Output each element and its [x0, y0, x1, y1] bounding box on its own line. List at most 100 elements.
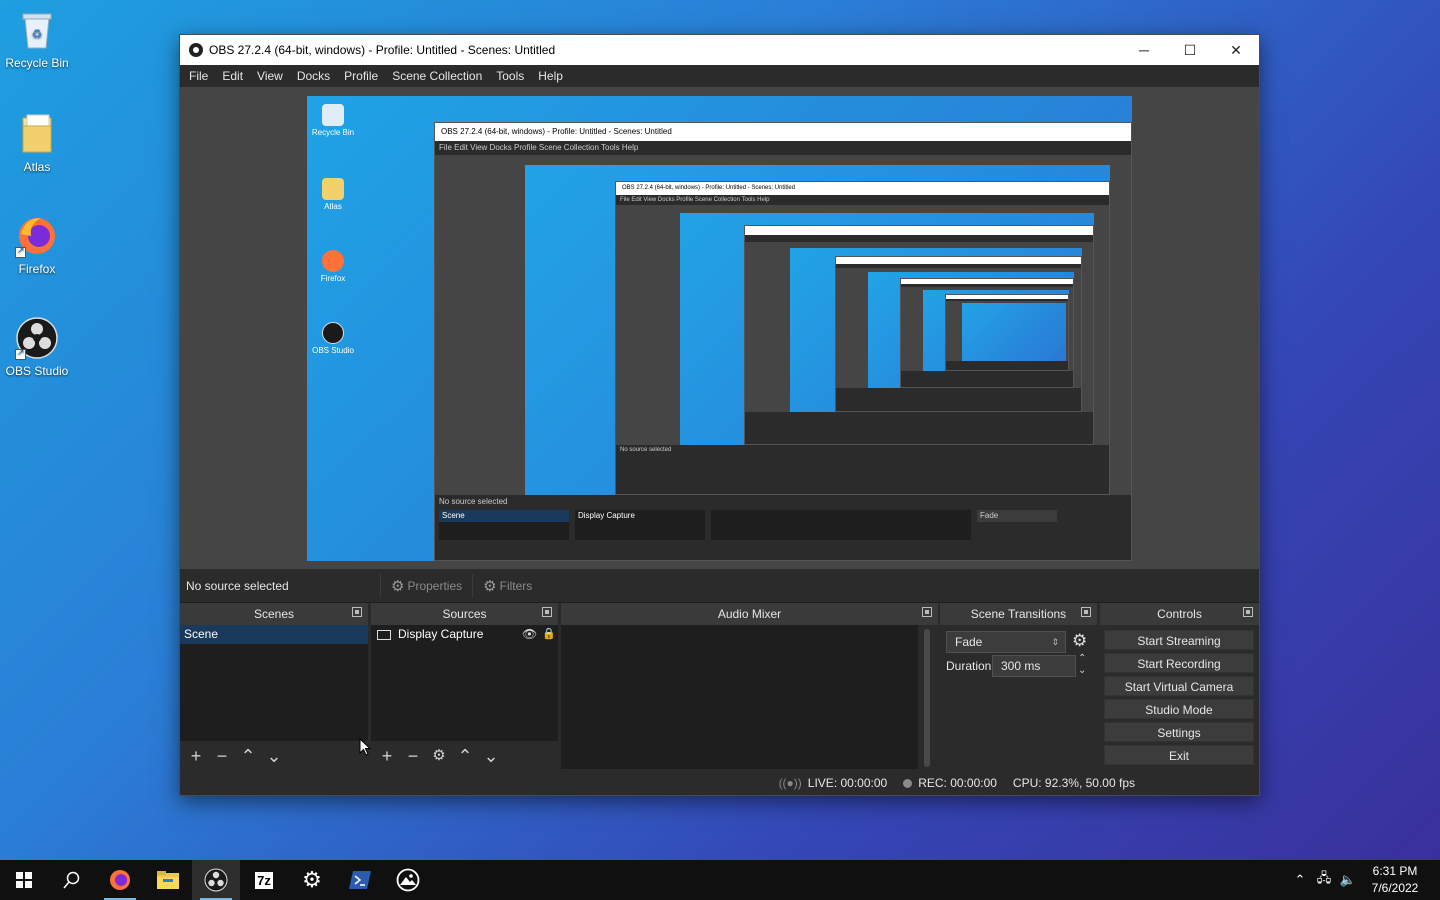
obs-window: OBS 27.2.4 (64-bit, windows) - Profile: … [179, 34, 1260, 796]
filter-icon: ⚙ [483, 577, 497, 595]
close-button[interactable]: ✕ [1213, 35, 1259, 65]
studio-mode-button[interactable]: Studio Mode [1104, 699, 1254, 719]
source-properties-gear-icon[interactable]: ⚙ [429, 746, 449, 766]
nested-fade: Fade [977, 510, 1057, 522]
move-down-icon[interactable]: ⌄ [264, 746, 284, 766]
nested-menu: File Edit View Docks Profile Scene Colle… [435, 141, 1131, 155]
maximize-button[interactable]: ☐ [1167, 35, 1213, 65]
cpu-status: CPU: 92.3%, 50.00 fps [1012, 776, 1135, 790]
desktop-icon-firefox[interactable]: Firefox [4, 214, 70, 276]
obs-app-icon [189, 43, 203, 57]
desktop-icon-label: Recycle Bin [5, 56, 69, 70]
transition-settings-gear-icon[interactable]: ⚙ [1072, 631, 1087, 651]
move-down-icon[interactable]: ⌄ [481, 746, 501, 766]
start-button[interactable] [0, 860, 48, 900]
taskbar-powershell[interactable] [336, 860, 384, 900]
source-item[interactable]: Display Capture 👁 🔒 [371, 625, 558, 644]
scene-item[interactable]: Scene [180, 625, 368, 644]
menu-view[interactable]: View [250, 69, 290, 83]
menu-edit[interactable]: Edit [215, 69, 250, 83]
transitions-dock-header[interactable]: Scene Transitions [940, 603, 1097, 625]
audio-mixer-dock-header[interactable]: Audio Mixer [561, 603, 938, 625]
taskbar-7zip[interactable]: 7z [240, 860, 288, 900]
mouse-cursor-icon [359, 738, 371, 756]
visibility-eye-icon[interactable]: 👁 [522, 625, 542, 644]
move-up-icon[interactable]: ⌃ [238, 746, 258, 766]
scenes-dock-header[interactable]: Scenes [180, 603, 368, 625]
properties-label: Properties [407, 578, 463, 593]
scenes-dock: Scenes Scene + − ⌃ ⌄ [180, 603, 368, 771]
sources-dock-header[interactable]: Sources [371, 603, 558, 625]
menu-tools[interactable]: Tools [489, 69, 531, 83]
taskbar-photos[interactable] [384, 860, 432, 900]
undock-icon[interactable] [922, 607, 932, 617]
menu-file[interactable]: File [182, 69, 215, 83]
lock-icon[interactable]: 🔒 [542, 625, 558, 644]
undock-icon[interactable] [1243, 607, 1253, 617]
taskbar-firefox[interactable] [96, 860, 144, 900]
network-icon[interactable]: 🖧 [1312, 869, 1336, 891]
desktop-icon-label: Atlas [23, 160, 51, 174]
undock-icon[interactable] [1081, 607, 1091, 617]
menu-docks[interactable]: Docks [290, 69, 337, 83]
move-up-icon[interactable]: ⌃ [455, 746, 475, 766]
desktop-icon-obs[interactable]: OBS Studio [4, 316, 70, 378]
duration-down-icon[interactable]: ⌄ [1078, 665, 1086, 676]
desktop-icon-label: OBS Studio [5, 364, 69, 378]
mini-folder-icon: Atlas [311, 178, 355, 211]
clock-date: 7/6/2022 [1371, 881, 1419, 895]
record-dot-icon [903, 778, 913, 788]
remove-scene-icon[interactable]: − [212, 746, 232, 766]
exit-button[interactable]: Exit [1104, 745, 1254, 765]
taskbar-settings[interactable]: ⚙ [288, 860, 336, 900]
minimize-button[interactable]: ─ [1121, 35, 1167, 65]
volume-muted-icon[interactable]: 🔈 [1336, 872, 1360, 888]
menu-scene-collection[interactable]: Scene Collection [385, 69, 489, 83]
clock[interactable]: 6:31 PM 7/6/2022 [1360, 863, 1430, 897]
remove-source-icon[interactable]: − [403, 746, 423, 766]
nested-status: No source selected [439, 497, 508, 506]
filters-button[interactable]: ⚙ Filters [472, 573, 542, 598]
start-recording-button[interactable]: Start Recording [1104, 653, 1254, 673]
source-toolbar: No source selected ⚙ Properties ⚙ Filter… [180, 569, 1259, 603]
properties-button[interactable]: ⚙ Properties [380, 573, 472, 598]
menu-help[interactable]: Help [531, 69, 570, 83]
nested-source: Display Capture [578, 511, 635, 520]
nested-title-2: OBS 27.2.4 (64-bit, windows) - Profile: … [616, 182, 1109, 195]
duration-input[interactable]: 300 ms [992, 655, 1076, 677]
firefox-icon [15, 214, 59, 258]
status-bar: ((●)) LIVE: 00:00:00 REC: 00:00:00 CPU: … [180, 771, 1259, 795]
mini-recycle-bin-icon: Recycle Bin [311, 104, 355, 137]
audio-mixer-dock: Audio Mixer [561, 603, 938, 771]
undock-icon[interactable] [352, 607, 362, 617]
desktop-icon-atlas[interactable]: Atlas [4, 112, 70, 174]
sources-list: Display Capture 👁 🔒 [371, 625, 558, 741]
search-button[interactable] [48, 860, 96, 900]
menu-profile[interactable]: Profile [337, 69, 385, 83]
add-source-icon[interactable]: + [377, 746, 397, 766]
taskbar-obs[interactable] [192, 860, 240, 900]
settings-button[interactable]: Settings [1104, 722, 1254, 742]
start-virtual-camera-button[interactable]: Start Virtual Camera [1104, 676, 1254, 696]
add-scene-icon[interactable]: + [186, 746, 206, 766]
chevron-up-icon[interactable]: ⌃ [1288, 872, 1312, 888]
transition-select[interactable]: Fade ⇕ [946, 631, 1066, 653]
taskbar-file-explorer[interactable] [144, 860, 192, 900]
title-bar[interactable]: OBS 27.2.4 (64-bit, windows) - Profile: … [180, 35, 1259, 65]
preview-canvas[interactable]: Recycle Bin Atlas Firefox OBS Studio OBS… [307, 96, 1132, 561]
start-streaming-button[interactable]: Start Streaming [1104, 630, 1254, 650]
controls-dock-header[interactable]: Controls [1100, 603, 1259, 625]
monitor-icon [377, 629, 391, 640]
mini-label: Firefox [320, 274, 346, 283]
undock-icon[interactable] [542, 607, 552, 617]
rec-time: REC: 00:00:00 [918, 776, 997, 790]
transitions-dock: Scene Transitions Fade ⇕ ⚙ Duration 300 … [940, 603, 1097, 771]
no-source-label: No source selected [186, 578, 289, 593]
shortcut-arrow-icon [15, 245, 26, 258]
audio-mixer-scrollbar[interactable] [924, 629, 930, 767]
nested-scene: Scene [439, 510, 569, 522]
desktop-icon-recycle-bin[interactable]: ♻ Recycle Bin [4, 8, 70, 70]
duration-up-icon[interactable]: ⌃ [1078, 653, 1086, 664]
folder-icon [15, 112, 59, 156]
controls-dock-title: Controls [1157, 607, 1202, 621]
